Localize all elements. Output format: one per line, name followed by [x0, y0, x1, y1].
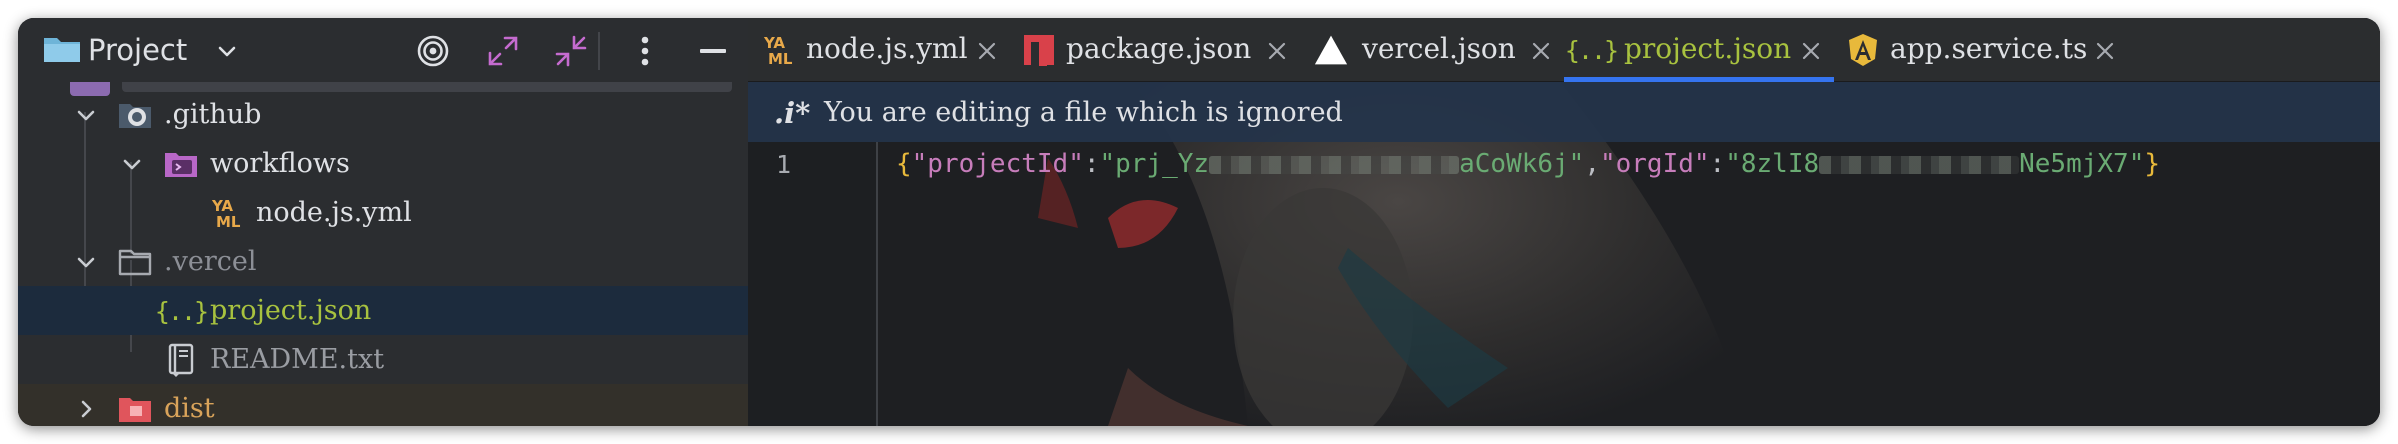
redacted-segment	[1209, 155, 1460, 174]
code-value-orgid-end: Ne5mjX7"	[2019, 149, 2145, 179]
yaml-icon: YA ML	[210, 196, 244, 230]
tree-item-label: .vercel	[164, 246, 257, 277]
code-value-projectid-start: "prj_Yz	[1099, 149, 1210, 179]
chevron-down-icon[interactable]	[120, 152, 144, 176]
folder-icon	[118, 245, 152, 279]
editor-gutter	[748, 142, 878, 426]
json-icon: {..}	[1564, 35, 1619, 65]
code-colon: :	[1709, 149, 1726, 179]
ide-window: Project .github workflows YA ML node.js.…	[18, 18, 2380, 426]
close-icon[interactable]	[1530, 40, 1552, 62]
code-value-projectid-end: aCoWk6j"	[1459, 149, 1585, 179]
tree-item-label: project.json	[210, 295, 372, 326]
workflows-folder-icon	[164, 147, 198, 181]
ignore-file-icon: .i*	[774, 96, 811, 130]
vercel-icon	[1314, 33, 1348, 67]
close-icon[interactable]	[1266, 40, 1288, 62]
code-colon: :	[1083, 149, 1100, 179]
yaml-icon: YA ML	[762, 33, 796, 67]
close-icon[interactable]	[2094, 40, 2116, 62]
angular-icon	[1846, 33, 1880, 67]
tree-item-label: dist	[164, 393, 215, 424]
chevron-down-icon[interactable]	[74, 103, 98, 127]
project-folder-icon	[44, 38, 80, 62]
banner-text: You are editing a file which is ignored	[824, 97, 1343, 128]
tab-node-js-yml[interactable]: YA ML node.js.yml	[748, 18, 1010, 82]
code-key-orgid: "orgId"	[1599, 149, 1710, 179]
code-line[interactable]: {"projectId":"prj_Yz aCoWk6j","orgId":"8z…	[896, 149, 2160, 179]
gutter-divider	[876, 142, 878, 426]
github-folder-icon	[118, 98, 152, 132]
tab-project-json[interactable]: {..} project.json	[1564, 18, 1834, 82]
json-icon: {..}	[154, 296, 209, 326]
tree-item-node-js-yml[interactable]: YA ML node.js.yml	[18, 188, 748, 237]
tab-app-service-ts[interactable]: app.service.ts	[1834, 18, 2124, 82]
code-comma: ,	[1584, 149, 1600, 179]
locate-file-button[interactable]	[414, 32, 452, 70]
svg-text:ML: ML	[768, 50, 793, 67]
chevron-down-icon[interactable]	[74, 250, 98, 274]
tab-label: vercel.json	[1362, 32, 1516, 65]
ignored-file-banner: .i* You are editing a file which is igno…	[748, 82, 2380, 142]
code-value-orgid-start: "8zlI8	[1725, 149, 1820, 179]
options-button[interactable]	[626, 32, 664, 70]
text-file-icon	[164, 343, 198, 377]
tree-item-label: node.js.yml	[256, 197, 412, 228]
code-open-brace: {	[896, 149, 912, 179]
tab-package-json[interactable]: package.json	[1010, 18, 1300, 82]
dist-folder-icon	[118, 392, 152, 426]
more-vertical-icon	[641, 36, 649, 66]
expand-icon	[488, 36, 518, 66]
tree-item-label: workflows	[210, 148, 350, 179]
code-key-projectid: "projectId"	[911, 149, 1084, 179]
code-close-brace: }	[2144, 149, 2161, 179]
tab-label: app.service.ts	[1890, 32, 2088, 65]
target-icon	[417, 35, 449, 67]
svg-text:ML: ML	[216, 213, 241, 230]
editor-tab-bar: YA ML node.js.yml package.json vercel.js…	[748, 18, 2380, 82]
npm-icon	[1022, 33, 1056, 67]
close-icon[interactable]	[1800, 40, 1822, 62]
close-icon[interactable]	[976, 40, 998, 62]
tree-item-project-json[interactable]: {..} project.json	[18, 286, 748, 335]
collapse-all-button[interactable]	[552, 32, 590, 70]
redacted-segment	[1819, 155, 2020, 174]
tree-item-label: .github	[164, 99, 262, 130]
tree-item-label: README.txt	[210, 344, 385, 375]
line-number: 1	[776, 150, 792, 179]
editor-area: YA ML node.js.yml package.json vercel.js…	[748, 18, 2380, 426]
expand-all-button[interactable]	[484, 32, 522, 70]
project-title[interactable]: Project	[88, 33, 187, 67]
tree-item-readme[interactable]: README.txt	[18, 335, 748, 384]
tree-item-workflows[interactable]: workflows	[18, 139, 748, 188]
header-separator	[598, 32, 600, 70]
tab-label: project.json	[1624, 32, 1792, 65]
project-panel-header: Project	[18, 18, 748, 82]
tab-label: node.js.yml	[806, 32, 968, 65]
tree-item-dist[interactable]: dist	[18, 384, 748, 426]
tree-item-vercel[interactable]: .vercel	[18, 237, 748, 286]
collapse-icon	[555, 35, 587, 67]
minimize-icon	[700, 49, 726, 53]
chevron-down-icon[interactable]	[214, 38, 240, 64]
tab-vercel-json[interactable]: vercel.json	[1300, 18, 1564, 82]
tree-item-github[interactable]: .github	[18, 90, 748, 139]
project-panel: Project .github workflows YA ML node.js.…	[18, 18, 748, 426]
hide-panel-button[interactable]	[694, 32, 732, 70]
project-tree: .github workflows YA ML node.js.yml .ver…	[18, 82, 748, 426]
tab-label: package.json	[1066, 32, 1252, 65]
chevron-right-icon[interactable]	[74, 397, 98, 421]
